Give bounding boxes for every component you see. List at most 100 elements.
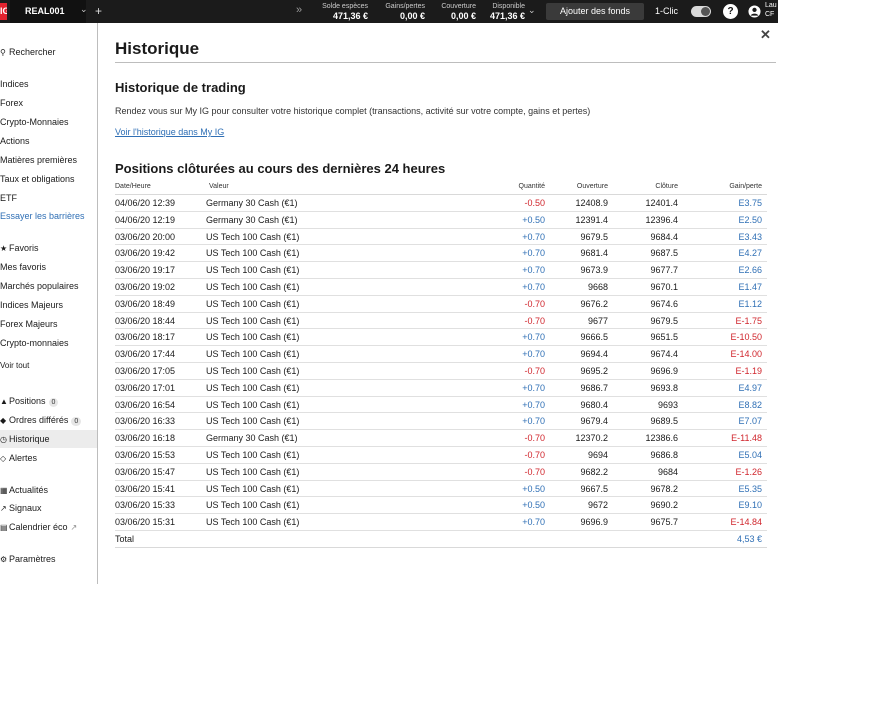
table-row[interactable]: 04/06/20 12:39 Germany 30 Cash (€1) -0.50 1…	[115, 195, 767, 212]
sidebar-item-label: Historique	[9, 434, 50, 444]
table-row[interactable]: 03/06/20 19:42 US Tech 100 Cash (€1) +0.70…	[115, 245, 767, 263]
sidebar-item-label: Paramètres	[9, 554, 56, 564]
sidebar-favorites[interactable]: ★ Favoris	[0, 243, 39, 253]
double-chevron-icon[interactable]: »	[296, 4, 302, 16]
sidebar-item-bonds[interactable]: Taux et obligations	[0, 174, 75, 184]
table-row[interactable]: 03/06/20 20:00 US Tech 100 Cash (€1) +0.70…	[115, 229, 767, 246]
cell-qty: +0.70	[522, 248, 545, 259]
sidebar-item-major-forex[interactable]: Forex Majeurs	[0, 319, 58, 329]
sidebar-item-label: Ordres différés	[9, 415, 69, 425]
ig-logo[interactable]: IG	[0, 3, 7, 20]
sidebar-item-signals[interactable]: ↗ Signaux	[0, 503, 42, 513]
sidebar-item-shares[interactable]: Actions	[0, 136, 30, 146]
cell-qty: +0.70	[522, 517, 545, 528]
cell-close: 9693.8	[650, 382, 678, 393]
sidebar-search[interactable]: ⚲ Rechercher	[0, 47, 56, 57]
positions-icon: ▲	[0, 397, 8, 406]
sidebar-item-major-indices[interactable]: Indices Majeurs	[0, 300, 63, 310]
sidebar-item-history[interactable]: ◷ Historique	[0, 430, 97, 448]
account-selector[interactable]: REAL001 ⌄	[10, 0, 88, 23]
table-row[interactable]: 03/06/20 15:33 US Tech 100 Cash (€1) +0.50…	[115, 497, 767, 515]
cell-open: 9679.4	[580, 416, 608, 427]
sidebar-item-my-favorites[interactable]: Mes favoris	[0, 262, 46, 272]
cell-date: 03/06/20 15:31	[115, 517, 176, 528]
sidebar-item-label: Alertes	[9, 453, 38, 463]
cell-close: 9670.1	[650, 281, 678, 292]
add-account-icon[interactable]: +	[95, 4, 102, 18]
stat-available: Disponible 471,36 €	[484, 2, 525, 22]
sidebar-see-all[interactable]: Voir tout	[0, 361, 29, 370]
orders-count-badge: 0	[71, 417, 82, 426]
cell-pnl: E8.82	[738, 399, 762, 410]
cell-pnl: E5.04	[738, 449, 762, 460]
sidebar-item-positions[interactable]: ▲Positions 0	[0, 396, 59, 407]
one-click-toggle[interactable]	[691, 6, 711, 17]
cell-open: 9668	[587, 281, 608, 292]
col-open: Ouverture	[576, 183, 608, 190]
cell-qty: +0.70	[522, 382, 545, 393]
cell-date: 04/06/20 12:19	[115, 214, 176, 225]
sidebar-item-indices[interactable]: Indices	[0, 79, 29, 89]
cell-pnl: E4.27	[738, 248, 762, 259]
cell-open: 9679.5	[580, 231, 608, 242]
user-name[interactable]: Lau CF	[765, 1, 778, 19]
table-row[interactable]: 03/06/20 15:53 US Tech 100 Cash (€1) -0.70…	[115, 447, 767, 464]
table-row[interactable]: 04/06/20 12:19 Germany 30 Cash (€1) +0.50 1…	[115, 212, 767, 229]
sidebar-item-crypto[interactable]: Crypto-Monnaies	[0, 117, 69, 127]
col-date: Date/Heure	[115, 183, 151, 190]
table-row[interactable]: 03/06/20 19:17 US Tech 100 Cash (€1) +0.70…	[115, 262, 767, 279]
cell-open: 9686.7	[580, 382, 608, 393]
help-icon[interactable]: ?	[723, 4, 738, 19]
sidebar-item-settings[interactable]: ⚙ Paramètres	[0, 554, 56, 564]
sidebar-item-etf[interactable]: ETF	[0, 193, 17, 203]
sidebar-item-news[interactable]: ▦Actualités	[0, 485, 48, 495]
col-close: Clôture	[655, 183, 678, 190]
cell-close: 9651.5	[650, 332, 678, 343]
table-row[interactable]: 03/06/20 17:44 US Tech 100 Cash (€1) +0.70…	[115, 346, 767, 363]
col-pnl: Gain/perte	[729, 183, 762, 190]
cell-date: 03/06/20 18:49	[115, 298, 176, 309]
stats-chevron-icon[interactable]: ⌄	[528, 5, 536, 16]
table-row[interactable]: 03/06/20 18:49 US Tech 100 Cash (€1) -0.70…	[115, 296, 767, 313]
table-row[interactable]: 03/06/20 16:18 Germany 30 Cash (€1) -0.70 1…	[115, 430, 767, 447]
cell-open: 9680.4	[580, 399, 608, 410]
cell-pnl: E4.97	[738, 382, 762, 393]
sidebar-item-alerts[interactable]: ◇ Alertes	[0, 453, 37, 463]
close-icon[interactable]: ✕	[760, 27, 771, 43]
table-row[interactable]: 03/06/20 15:31 US Tech 100 Cash (€1) +0.70…	[115, 514, 767, 531]
col-qty: Quantité	[518, 183, 545, 190]
sidebar-item-commodities[interactable]: Matières premières	[0, 155, 77, 165]
cell-date: 03/06/20 17:05	[115, 365, 176, 376]
table-row[interactable]: 03/06/20 17:01 US Tech 100 Cash (€1) +0.70…	[115, 380, 767, 397]
myig-history-link[interactable]: Voir l'historique dans My IG	[115, 127, 224, 137]
sidebar-item-popular[interactable]: Marchés populaires	[0, 281, 79, 291]
cell-qty: +0.70	[522, 399, 545, 410]
cell-close: 9674.4	[650, 349, 678, 360]
cell-pnl: E2.66	[738, 265, 762, 276]
table-row[interactable]: 03/06/20 16:33 US Tech 100 Cash (€1) +0.70…	[115, 413, 767, 431]
table-row[interactable]: 03/06/20 18:44 US Tech 100 Cash (€1) -0.70…	[115, 313, 767, 330]
table-row[interactable]: 03/06/20 18:17 US Tech 100 Cash (€1) +0.70…	[115, 329, 767, 347]
sidebar-item-orders[interactable]: ◆ Ordres différés 0	[0, 415, 82, 426]
table-row[interactable]: 03/06/20 15:47 US Tech 100 Cash (€1) -0.70…	[115, 464, 767, 481]
cell-value: US Tech 100 Cash (€1)	[206, 281, 300, 292]
table-row[interactable]: 03/06/20 19:02 US Tech 100 Cash (€1) +0.70…	[115, 279, 767, 296]
sidebar-item-forex[interactable]: Forex	[0, 98, 23, 108]
orders-icon: ◆	[0, 416, 7, 425]
cell-pnl: E9.10	[738, 500, 762, 511]
sidebar-barrier-link[interactable]: Essayer les barrières	[0, 211, 85, 221]
clock-icon: ◷	[0, 435, 7, 444]
user-icon[interactable]	[748, 5, 761, 18]
stat-value: 0,00 €	[450, 11, 476, 21]
add-funds-button[interactable]: Ajouter des fonds	[546, 3, 644, 20]
table-row[interactable]: 03/06/20 17:05 US Tech 100 Cash (€1) -0.70…	[115, 363, 767, 380]
table-row[interactable]: 03/06/20 16:54 US Tech 100 Cash (€1) +0.70…	[115, 397, 767, 414]
sidebar-item-crypto-list[interactable]: Crypto-monnaies	[0, 338, 69, 348]
sidebar-item-label: Positions	[9, 396, 46, 406]
closed-positions-table: Date/Heure Valeur Quantité Ouverture Clô…	[115, 181, 767, 548]
table-row[interactable]: 03/06/20 15:41 US Tech 100 Cash (€1) +0.50…	[115, 481, 767, 498]
sidebar-item-calendar[interactable]: ▤Calendrier éco ↗	[0, 522, 77, 532]
cell-value: US Tech 100 Cash (€1)	[206, 332, 300, 343]
cell-close: 9675.7	[650, 517, 678, 528]
cell-open: 9694.4	[580, 349, 608, 360]
